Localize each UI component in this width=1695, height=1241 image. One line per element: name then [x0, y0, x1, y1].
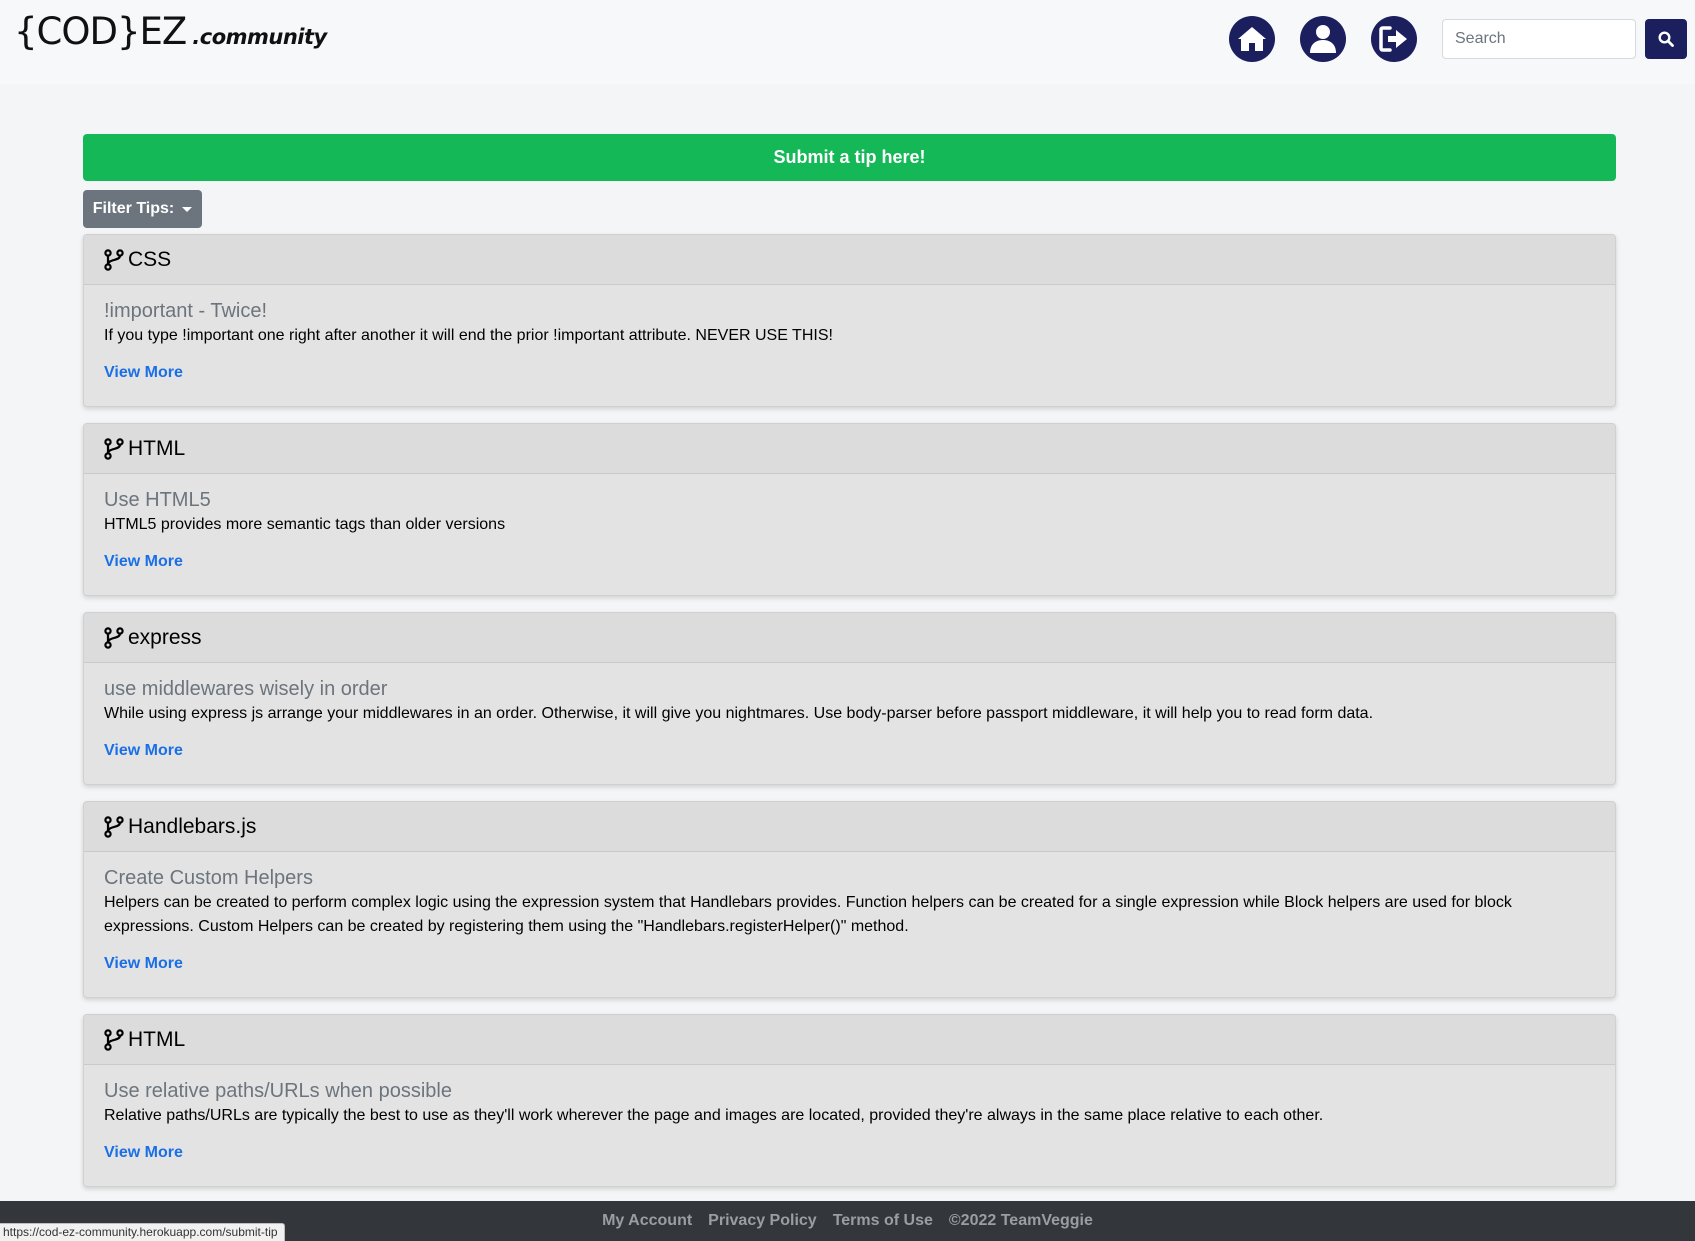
user-icon — [1310, 25, 1336, 53]
tip-title: Create Custom Helpers — [104, 867, 313, 889]
view-more-link[interactable]: View More — [104, 742, 183, 760]
code-branch-icon — [104, 626, 124, 649]
footer-my-account-link[interactable]: My Account — [602, 1212, 692, 1230]
footer-privacy-link[interactable]: Privacy Policy — [708, 1212, 817, 1230]
sign-out-icon — [1379, 26, 1407, 52]
tip-category: CSS — [128, 247, 172, 271]
filter-tips-label: Filter Tips: — [92, 200, 175, 217]
logo-main-text: {COD}EZ — [14, 10, 187, 53]
tip-category: HTML — [128, 1027, 186, 1051]
tip-category: express — [128, 625, 202, 649]
tip-card-header: Handlebars.js — [84, 802, 1615, 852]
filter-tips-dropdown[interactable]: Filter Tips: — [83, 190, 202, 228]
code-branch-icon — [104, 248, 124, 271]
tip-card-body: Use relative paths/URLs when possible Re… — [84, 1065, 1615, 1162]
status-bar-url: https://cod-ez-community.herokuapp.com/s… — [0, 1223, 285, 1241]
logout-button[interactable] — [1371, 16, 1417, 62]
tip-category: Handlebars.js — [128, 814, 257, 838]
tip-card: Handlebars.js Create Custom Helpers Help… — [83, 801, 1616, 998]
tip-title: !important - Twice! — [104, 300, 268, 322]
tip-card: HTML Use HTML5 HTML5 provides more seman… — [83, 423, 1616, 596]
view-more-link[interactable]: View More — [104, 955, 183, 973]
tip-card-body: Use HTML5 HTML5 provides more semantic t… — [84, 474, 1615, 571]
tip-text: Helpers can be created to perform comple… — [104, 894, 1512, 935]
tip-title: use middlewares wisely in order — [104, 678, 388, 700]
view-more-link[interactable]: View More — [104, 1144, 183, 1162]
tip-card-header: express — [84, 613, 1615, 663]
tip-card: HTML Use relative paths/URLs when possib… — [83, 1014, 1616, 1187]
view-more-link[interactable]: View More — [104, 553, 183, 571]
code-branch-icon — [104, 815, 124, 838]
caret-down-icon — [182, 206, 193, 212]
footer-copyright: ©2022 TeamVeggie — [948, 1212, 1093, 1229]
tip-text: While using express js arrange your midd… — [104, 705, 1374, 722]
home-icon — [1238, 27, 1266, 51]
tip-text: HTML5 provides more semantic tags than o… — [104, 516, 506, 533]
search-input[interactable] — [1442, 19, 1636, 59]
tip-category: HTML — [128, 436, 186, 460]
top-navbar: {COD}EZ .community — [0, 0, 1695, 84]
logo-sub-text: .community — [192, 25, 327, 49]
search-icon — [1658, 31, 1674, 47]
submit-tip-button[interactable]: Submit a tip here! — [83, 134, 1616, 181]
tip-card-header: HTML — [84, 424, 1615, 474]
home-button[interactable] — [1229, 16, 1275, 62]
tip-text: Relative paths/URLs are typically the be… — [104, 1107, 1324, 1124]
tip-text: If you type !important one right after a… — [104, 327, 833, 344]
tip-card-body: !important - Twice! If you type !importa… — [84, 285, 1615, 382]
tip-card-body: use middlewares wisely in order While us… — [84, 663, 1615, 760]
tip-title: Use relative paths/URLs when possible — [104, 1080, 452, 1102]
tip-card: CSS !important - Twice! If you type !imp… — [83, 234, 1616, 407]
account-button[interactable] — [1300, 16, 1346, 62]
tip-card-header: HTML — [84, 1015, 1615, 1065]
search-button[interactable] — [1645, 19, 1687, 59]
tip-card-header: CSS — [84, 235, 1615, 285]
tip-card: express use middlewares wisely in order … — [83, 612, 1616, 785]
footer-terms-link[interactable]: Terms of Use — [833, 1212, 933, 1230]
tip-title: Use HTML5 — [104, 489, 211, 511]
code-branch-icon — [104, 437, 124, 460]
site-logo[interactable]: {COD}EZ .community — [14, 10, 327, 53]
tip-card-body: Create Custom Helpers Helpers can be cre… — [84, 852, 1615, 973]
code-branch-icon — [104, 1028, 124, 1051]
view-more-link[interactable]: View More — [104, 364, 183, 382]
